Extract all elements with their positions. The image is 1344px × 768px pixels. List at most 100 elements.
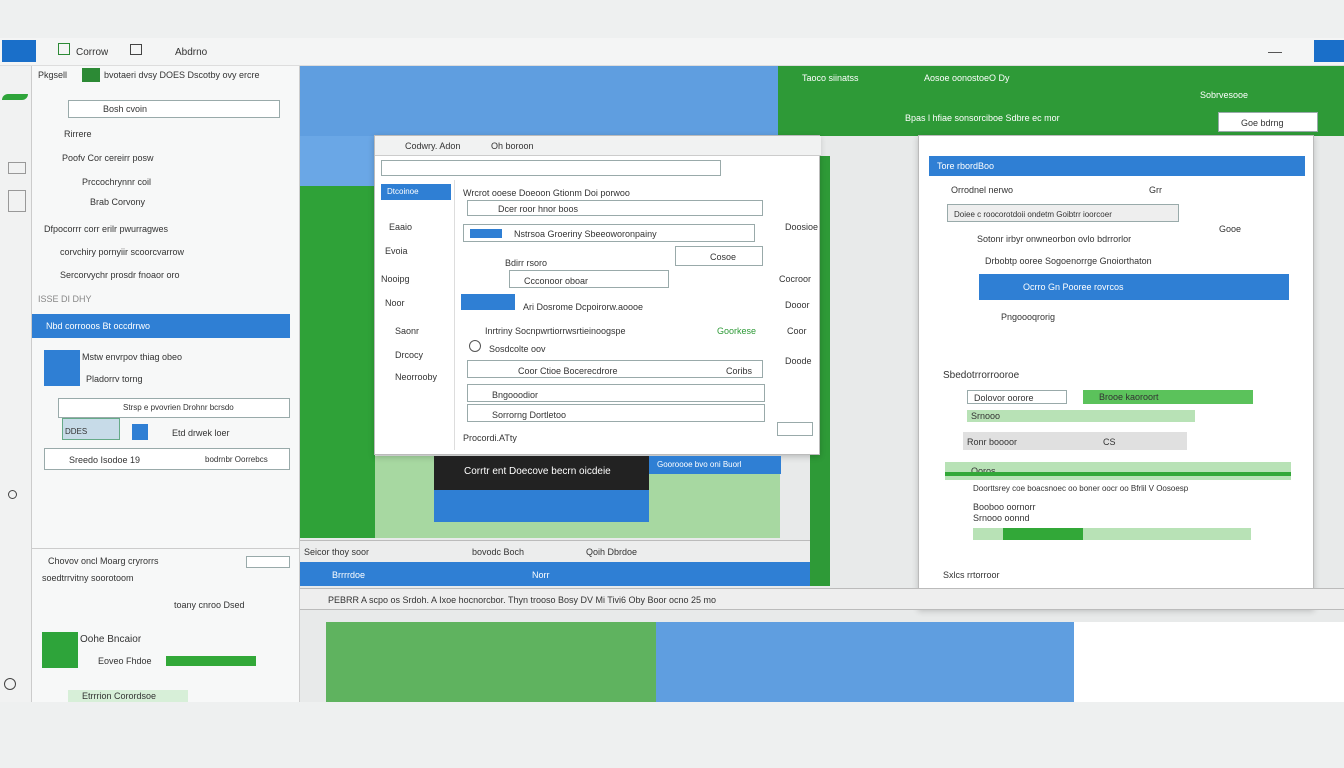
settings-icon[interactable]	[4, 678, 16, 690]
sidebar-item-6[interactable]: corvchiry pornyiir scoorcvarrow	[60, 247, 184, 257]
green-block-left	[300, 186, 375, 538]
bottom-white-block	[1074, 622, 1344, 702]
panel-icon[interactable]	[8, 162, 26, 174]
dialog-radio-label[interactable]: Sosdcolte oov	[489, 344, 546, 354]
right-window-footer: Sxlcs rrtorroor	[943, 570, 1000, 580]
card-thumb-icon	[44, 350, 80, 386]
dialog-left-nav: Dtcoinoe Eaaio Evoia Nooipg Noor Saonr D…	[375, 180, 455, 450]
tooltip: Corrtr ent Doecove becrn oicdeie	[434, 456, 649, 490]
right-bar-1-fill: Brooe kaoroort	[1083, 390, 1253, 404]
right-bar-4-accent	[945, 472, 1291, 476]
titlebar-label-1: Corrow	[76, 47, 109, 58]
grid-icon	[130, 44, 142, 55]
right-list-3[interactable]: Pngoooqrorig	[1001, 312, 1055, 322]
right-row-long: Doorttsrey coe boacsnoec oo boner oocr o…	[973, 484, 1189, 493]
dialog-field-caption[interactable]: Ccconoor oboar	[509, 270, 669, 288]
side-label-1: Doosioe	[785, 222, 819, 232]
right-window-header-2: Grr	[1149, 185, 1162, 195]
nav-item-7[interactable]: Drcocy	[395, 350, 423, 360]
right-window-field-right: Gooe	[1219, 224, 1242, 234]
tooltip-side: Gooroooe bvo oni Buorl	[649, 456, 781, 474]
dialog-checkbox-label[interactable]: Bdirr rsoro	[505, 258, 547, 268]
right-bar-4: Ooros	[945, 462, 1291, 480]
sidebar-selected-item[interactable]: Nbd corrooos Bt occdrrwo	[32, 314, 290, 338]
layout-icon[interactable]	[8, 190, 26, 212]
bottom-green-block	[326, 622, 656, 702]
right-list-selected[interactable]: Ocrro Gn Pooree rovrcos	[979, 274, 1289, 300]
right-list-1[interactable]: Drbobtp ooree Sogoenorrge Gnoiorthaton	[985, 256, 1152, 266]
right-window-field[interactable]: Doiee c roocorotdoii ondetm Goibtrr ioor…	[947, 204, 1179, 222]
right-toolbar-label: Sobrvesooe	[1200, 90, 1249, 100]
sidebar-footer[interactable]: Etrrrion Corordsoe	[68, 690, 188, 702]
blue-block-left	[300, 136, 375, 186]
sidebar-item-4[interactable]: Brab Corvony	[90, 197, 145, 207]
sidebar-tag: ISSE DI DHY	[38, 294, 92, 304]
nav-item-8[interactable]: Neorrooby	[395, 372, 437, 382]
nav-item-6[interactable]: Saonr	[395, 326, 419, 336]
sidebar-bottom-field[interactable]	[246, 556, 290, 568]
right-bar-5	[973, 528, 1251, 540]
nav-item-2[interactable]: Eaaio	[389, 222, 412, 232]
nav-item-4[interactable]: Nooipg	[381, 274, 410, 284]
right-toolbar-options[interactable]: Goe bdrng	[1218, 112, 1318, 132]
right-toolbar-title: Taoco siinatss	[802, 73, 859, 83]
center-bar: Seicor thoy soor bovodc Boch Qoih Dbrdoe	[300, 540, 810, 562]
status-bar: PEBRR A scpo os Srdoh. A Ixoe hocnorcbor…	[300, 588, 1344, 610]
right-toolbar-label-2: Bpas l hfiae sonsorciboe Sdbre ec mor	[905, 113, 1060, 123]
divider	[32, 548, 300, 549]
dialog-field-1[interactable]: Dcer roor hnor boos	[467, 200, 763, 216]
center-blue-bar: Brrrrdoe Norr	[300, 562, 810, 586]
thumb-icon	[132, 424, 148, 440]
sidebar-item-1[interactable]: Rirrere	[64, 129, 92, 139]
circle-icon[interactable]	[8, 490, 17, 499]
right-list-head: Sotonr irbyr onwneorbon ovlo bdrrorlor	[977, 234, 1132, 244]
sidebar-item-3[interactable]: Prccochrynnr coil	[82, 177, 151, 187]
sidebar-item-2[interactable]: Poofv Cor cereirr posw	[62, 153, 154, 163]
thumb-caption: Etd drwek loer	[172, 428, 230, 438]
nav-item-3[interactable]: Evoia	[385, 246, 408, 256]
green-card-sub: Eoveo Fhdoe	[98, 656, 152, 666]
window-control-icon[interactable]	[1314, 40, 1344, 62]
dialog-line-1: Inrtriny Socnpwrtiorrwsrtieinoogspe	[485, 326, 626, 336]
right-window: Tore rbordBoo Orrodnel nerwo Grr Doiee c…	[918, 135, 1314, 609]
nav-item-selected[interactable]: Dtcoinoe	[381, 184, 451, 200]
dialog-row-2[interactable]: Bngooodior	[467, 384, 765, 402]
right-bar-1[interactable]: Dolovor oorore	[967, 390, 1067, 404]
thumb-preview: DDES	[62, 418, 120, 440]
dialog-selected-tag[interactable]	[461, 294, 515, 310]
dialog-ok-button[interactable]	[777, 422, 813, 436]
dialog-header: Wrcrot ooese Doeoon Gtionm Doi porwoo	[463, 188, 630, 198]
green-card-title: Oohe Bncaior	[80, 634, 142, 645]
dialog-side-button[interactable]: Cosoe	[675, 246, 763, 266]
nav-item-5[interactable]: Noor	[385, 298, 405, 308]
minimize-icon[interactable]	[1268, 52, 1282, 53]
dialog-row-1[interactable]: Coor Ctioe Bocerecdrore Coribs	[467, 360, 763, 378]
sidebar-field-1[interactable]: Bosh cvoin	[68, 100, 280, 118]
right-section: Sbedotrrorrooroe	[943, 370, 1020, 381]
sidebar-header: Pkgsell	[38, 70, 68, 80]
side-label-3: Dooor	[785, 300, 810, 310]
dialog-titlebar: Codwry. Adon Oh boroon	[375, 136, 821, 156]
right-window-header: Orrodnel nerwo	[951, 185, 1014, 195]
right-row-5: Booboo oornorr	[973, 502, 1036, 512]
thumb-row[interactable]: Strsp e pvovrien Drohnr bcrsdo	[58, 398, 290, 418]
sidebar: Pkgsell bvotaeri dvsy DOES Dscotby ovy e…	[32, 66, 300, 702]
gh-icon	[82, 68, 100, 82]
radio-icon[interactable]	[469, 340, 481, 352]
side-label-2: Cocroor	[779, 274, 812, 284]
card1-title: Mstw envrpov thiag obeo	[82, 352, 183, 362]
right-bar-2: Srnooo	[967, 410, 1195, 422]
green-card-icon	[42, 632, 78, 668]
center-dialog: Codwry. Adon Oh boroon Dtcoinoe Eaaio Ev…	[374, 135, 821, 455]
blue-block-top	[300, 66, 778, 136]
sidebar-row[interactable]: Sreedo Isodoe 19 bodrnbr Oorrebcs	[44, 448, 290, 470]
sidebar-item-7[interactable]: Sercorvychr prosdr fnoaor oro	[60, 270, 180, 280]
sidebar-item-5[interactable]: Dfpocorrr corr erilr pwurragwes	[44, 224, 168, 234]
bottom-blue-block	[656, 622, 1074, 702]
app-logo-icon	[2, 40, 36, 62]
dialog-dropdown[interactable]: Nstrsoa Groeriny Sbeeoworonpainy	[463, 224, 755, 242]
dialog-toolbar[interactable]	[381, 160, 721, 176]
dialog-row-3[interactable]: Sorrorng Dortletoo	[467, 404, 765, 422]
doc-icon	[58, 43, 70, 55]
green-card-bar	[166, 656, 256, 666]
